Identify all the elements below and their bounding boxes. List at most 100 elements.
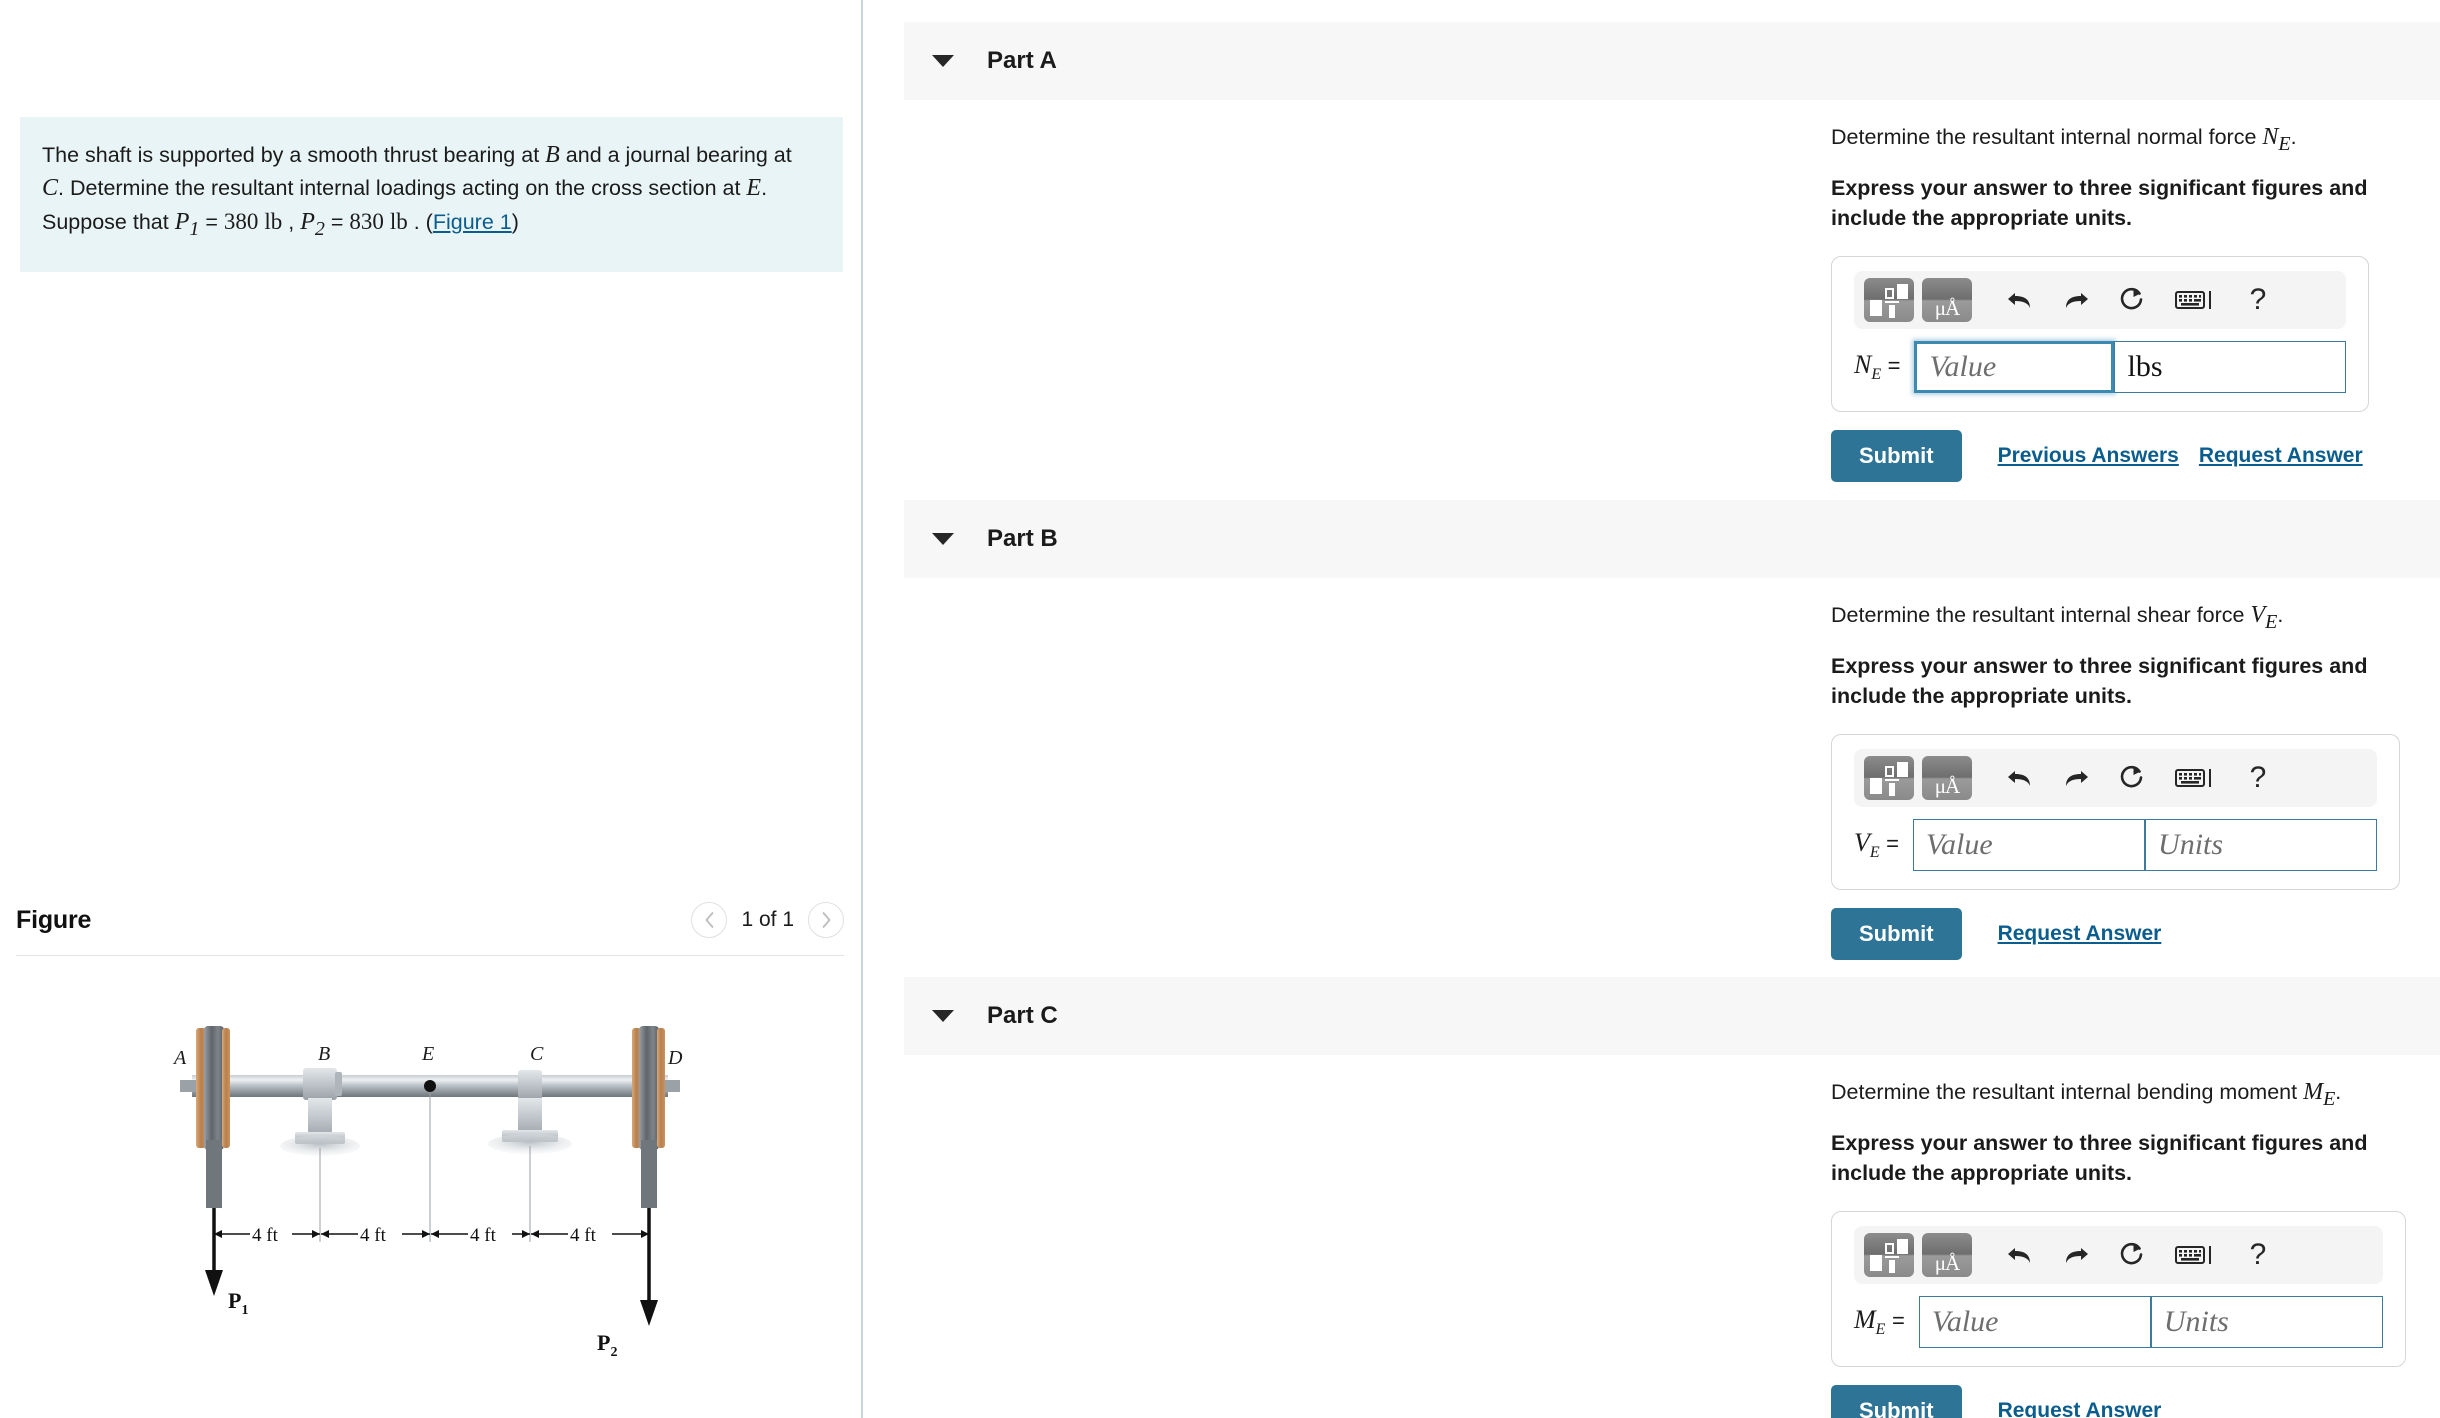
part-c-prompt-symbol: ME: [2303, 1079, 2336, 1110]
part-a-prompt-post: .: [2290, 125, 2297, 149]
caret-down-icon[interactable]: [932, 55, 954, 67]
part-c-submit-button[interactable]: Submit: [1831, 1384, 1962, 1418]
part-a-body: Determine the resultant internal normal …: [1831, 122, 2440, 482]
undo-arrow-icon[interactable]: [1996, 278, 2044, 322]
part-b-prompt-post: .: [2277, 603, 2284, 627]
part-a-answer-box: μÅ ? NE = Value lbs: [1831, 255, 2370, 412]
part-b-instruction: Express your answer to three significant…: [1831, 653, 2368, 708]
part-b-label: Part B: [987, 525, 1058, 552]
svg-text:B: B: [318, 1043, 330, 1065]
part-a-units-input[interactable]: lbs: [2114, 340, 2347, 393]
reset-circular-arrow-icon[interactable]: [2108, 278, 2156, 322]
part-b-body: Determine the resultant internal shear f…: [1831, 600, 2440, 960]
figure-divider: [16, 955, 844, 956]
svg-text:4 ft: 4 ft: [360, 1225, 387, 1246]
p2-equals: =: [324, 210, 350, 234]
part-b-answer-box: μÅ ? VE = Value Units: [1831, 733, 2401, 890]
keyboard-icon[interactable]: [2164, 278, 2226, 322]
part-a-request-answer-link[interactable]: Request Answer: [2199, 444, 2363, 468]
p1-equals: =: [199, 210, 224, 234]
p2-symbol: P2: [300, 209, 325, 240]
figure-1-link[interactable]: Figure 1: [433, 210, 512, 234]
svg-text:E: E: [421, 1043, 434, 1065]
reset-circular-arrow-icon[interactable]: [2108, 1233, 2156, 1277]
svg-text:D: D: [667, 1047, 683, 1069]
chevron-right-icon[interactable]: [808, 902, 844, 938]
units-angstrom-icon[interactable]: μÅ: [1922, 277, 1972, 322]
chevron-left-icon[interactable]: [691, 902, 728, 938]
units-angstrom-icon[interactable]: μÅ: [1922, 755, 1972, 800]
part-c-instruction: Express your answer to three significant…: [1831, 1130, 2368, 1185]
p1-symbol: P1: [174, 209, 200, 240]
problem-sentence-3a: that: [132, 210, 175, 234]
svg-text:C: C: [530, 1043, 544, 1065]
part-a-submit-button[interactable]: Submit: [1831, 429, 1962, 482]
part-b-request-answer-link[interactable]: Request Answer: [1998, 922, 2162, 946]
math-template-icon[interactable]: [1864, 755, 1914, 800]
redo-arrow-icon[interactable]: [2052, 278, 2100, 322]
reset-circular-arrow-icon[interactable]: [2108, 756, 2156, 800]
question-mark-icon[interactable]: ?: [2234, 1233, 2282, 1277]
part-c-prompt-pre: Determine the resultant internal bending…: [1831, 1080, 2304, 1104]
problem-statement-box: The shaft is supported by a smooth thrus…: [20, 117, 843, 272]
exercise-page: The shaft is supported by a smooth thrus…: [0, 0, 2440, 1418]
var-c: C: [42, 175, 59, 201]
part-a-units-text: lbs: [2127, 349, 2163, 383]
part-a-actions: Submit Previous Answers Request Answer: [1831, 429, 2440, 482]
figure-header: Figure 1 of 1: [16, 902, 844, 938]
p1-value: 380: [223, 209, 259, 234]
part-b-value-input[interactable]: Value: [1913, 818, 2146, 871]
part-c-request-answer-link[interactable]: Request Answer: [1998, 1399, 2162, 1418]
figure-pagination: 1 of 1: [691, 902, 844, 938]
part-a-value-input[interactable]: Value: [1914, 340, 2115, 393]
units-angstrom-icon[interactable]: μÅ: [1922, 1232, 1972, 1277]
p1-unit: lb: [264, 209, 283, 234]
part-c-header[interactable]: Part C: [904, 977, 2440, 1055]
left-panel: The shaft is supported by a smooth thrus…: [0, 0, 863, 1418]
help-glyph: ?: [2249, 760, 2267, 794]
caret-down-icon[interactable]: [932, 1010, 954, 1022]
redo-arrow-icon[interactable]: [2052, 1233, 2100, 1277]
part-b-units-input[interactable]: Units: [2145, 818, 2378, 871]
svg-text:A: A: [172, 1047, 187, 1069]
part-b-variable-label: VE =: [1854, 827, 1900, 861]
p2-unit: lb: [389, 209, 408, 234]
part-a-answer-row: NE = Value lbs: [1854, 340, 2347, 393]
right-panel: Part A Determine the resultant internal …: [863, 0, 2440, 1418]
part-a-instruction: Express your answer to three significant…: [1831, 175, 2368, 230]
list-comma: ,: [282, 210, 301, 234]
svg-text:P2: P2: [597, 1330, 617, 1360]
redo-arrow-icon[interactable]: [2052, 756, 2100, 800]
part-a-label: Part A: [987, 47, 1057, 74]
units-glyph: μÅ: [1934, 1250, 1960, 1275]
keyboard-icon[interactable]: [2164, 1233, 2226, 1277]
caret-down-icon[interactable]: [932, 533, 954, 545]
part-b-prompt: Determine the resultant internal shear f…: [1831, 600, 2440, 637]
part-a-header[interactable]: Part A: [904, 22, 2440, 100]
part-a-previous-answers-link[interactable]: Previous Answers: [1998, 444, 2179, 468]
question-mark-icon[interactable]: ?: [2234, 756, 2282, 800]
undo-arrow-icon[interactable]: [1996, 756, 2044, 800]
part-c-value-input[interactable]: Value: [1918, 1295, 2151, 1348]
svg-text:4 ft: 4 ft: [252, 1225, 279, 1246]
part-b-header[interactable]: Part B: [904, 500, 2440, 578]
part-c-label: Part C: [987, 1002, 1058, 1029]
part-c-answer-box: μÅ ? ME = Value Units: [1831, 1210, 2406, 1367]
part-c-units-text: Units: [2163, 1304, 2229, 1338]
part-b-submit-button[interactable]: Submit: [1831, 907, 1962, 960]
problem-sentence-2a: Determine the resultant internal loading…: [69, 176, 747, 200]
part-a-prompt-symbol: NE: [2262, 124, 2291, 155]
figure-title: Figure: [16, 905, 92, 934]
part-c-units-input[interactable]: Units: [2150, 1295, 2383, 1348]
undo-arrow-icon[interactable]: [1996, 1233, 2044, 1277]
math-template-icon[interactable]: [1864, 1232, 1914, 1277]
question-mark-icon[interactable]: ?: [2234, 278, 2282, 322]
problem-sentence-1b: and a journal bearing at: [559, 143, 792, 167]
math-template-icon[interactable]: [1864, 277, 1914, 322]
part-b-units-text: Units: [2158, 827, 2224, 861]
part-b-actions: Submit Request Answer: [1831, 907, 2440, 960]
part-b-value-text: Value: [1926, 827, 1993, 861]
keyboard-icon[interactable]: [2164, 756, 2226, 800]
part-b-prompt-symbol: VE: [2250, 602, 2278, 633]
part-c-answer-row: ME = Value Units: [1854, 1295, 2383, 1348]
